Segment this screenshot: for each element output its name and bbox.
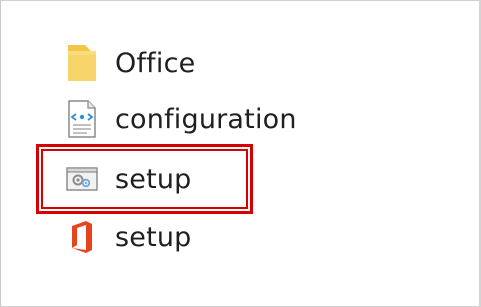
file-label: setup (115, 221, 192, 253)
file-item-office-folder[interactable]: Office (65, 39, 195, 87)
file-label: setup (115, 163, 192, 195)
xml-document-icon (65, 100, 99, 138)
settings-file-icon (65, 160, 99, 198)
file-item-configuration[interactable]: configuration (65, 95, 297, 143)
file-label: configuration (115, 103, 297, 135)
file-item-setup-office[interactable]: setup (65, 213, 192, 261)
explorer-pane: Office configuration setup setup (0, 0, 481, 307)
file-item-setup-exe[interactable]: setup (65, 155, 192, 203)
folder-icon (65, 44, 99, 82)
file-label: Office (115, 47, 196, 79)
office-logo-icon (65, 218, 99, 256)
